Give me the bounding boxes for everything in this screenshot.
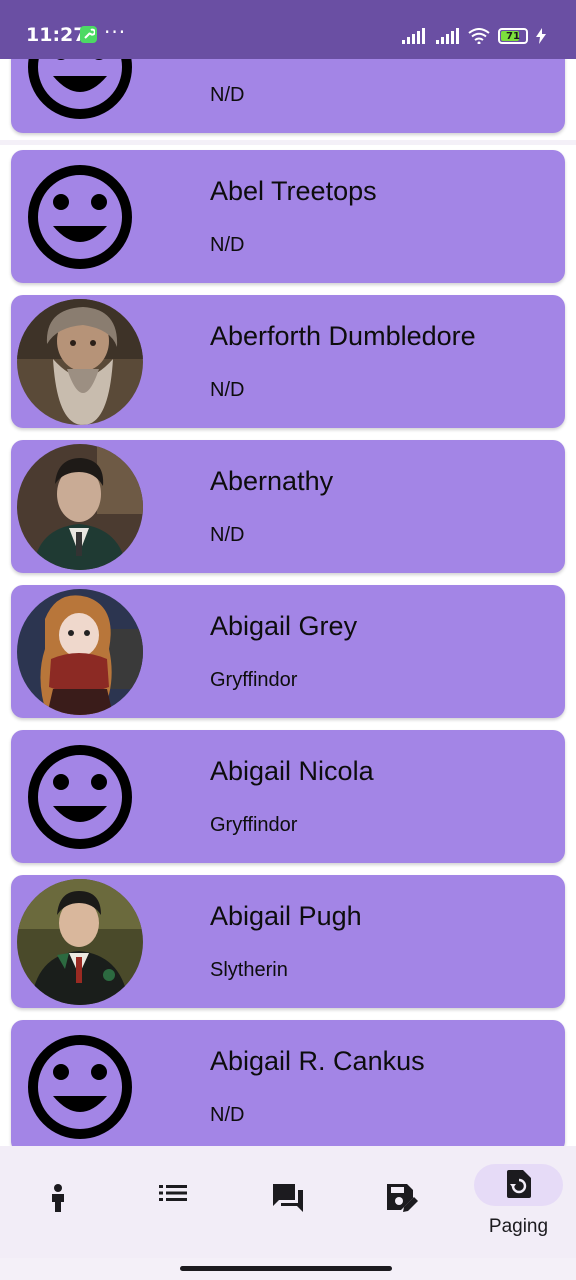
smiley-icon [17,734,143,860]
character-photo [17,589,143,715]
character-list[interactable]: N/D Abel Treetops N/D Aberforth Dumbledo… [0,59,576,1146]
battery-icon: 71 [498,28,528,44]
wrench-app-icon [80,26,97,43]
character-house: N/D [210,1104,245,1126]
list-icon [158,1185,187,1201]
paging-icon [506,1170,531,1198]
status-bar: 11:27 ··· 71 [0,0,576,59]
character-house: N/D [210,84,245,106]
character-name: Abigail Nicola [210,756,374,786]
character-card[interactable]: Aberforth Dumbledore N/D [11,295,565,428]
list-item[interactable]: Aberforth Dumbledore N/D [0,290,576,435]
character-card[interactable]: Abel Treetops N/D [11,150,565,283]
character-name: Abigail R. Cankus [210,1046,425,1076]
nav-item-paging[interactable]: Paging [461,1146,576,1258]
list-item[interactable]: Abel Treetops N/D [0,145,576,290]
notification-dots: ··· [104,20,127,44]
character-name: Abigail Grey [210,611,358,641]
character-card[interactable]: Abigail R. Cankus N/D [11,1020,565,1146]
character-house: Gryffindor [210,814,298,836]
charging-icon [536,28,546,44]
character-house: N/D [210,234,245,256]
home-indicator[interactable] [180,1266,392,1271]
smiley-icon [17,154,143,280]
signal-icon [402,28,425,44]
list-item[interactable]: Abigail Grey Gryffindor [0,580,576,725]
list-item[interactable]: Abigail Pugh Slytherin [0,870,576,1015]
character-house: N/D [210,524,245,546]
nav-item-save-edit[interactable] [345,1146,460,1258]
status-icons: 71 [402,26,546,46]
character-photo [17,444,143,570]
chat-icon [272,1184,303,1212]
nav-item-list[interactable] [115,1146,230,1258]
character-house: Slytherin [210,959,288,981]
character-photo [17,299,143,425]
save-edit-icon [386,1184,418,1212]
gesture-bar-area [0,1258,576,1280]
character-house: Gryffindor [210,669,298,691]
character-card[interactable]: N/D [11,59,565,133]
list-item[interactable]: Abigail R. Cankus N/D [0,1015,576,1146]
list-item[interactable]: N/D [0,59,576,140]
nav-item-chat[interactable] [230,1146,345,1258]
smiley-icon [17,59,143,130]
character-card[interactable]: Abernathy N/D [11,440,565,573]
battery-level: 71 [506,30,520,42]
character-name: Abigail Pugh [210,901,362,931]
nav-item-character[interactable] [0,1146,115,1258]
nav-label-paging: Paging [488,1216,549,1237]
character-name: Abel Treetops [210,176,377,206]
list-item[interactable]: Abernathy N/D [0,435,576,580]
smiley-icon [17,1024,143,1146]
list-item[interactable]: Abigail Nicola Gryffindor [0,725,576,870]
bottom-navigation: Paging [0,1146,576,1258]
status-time: 11:27 [26,24,87,46]
character-name: Abernathy [210,466,334,496]
signal-icon-2 [436,28,459,44]
character-card[interactable]: Abigail Nicola Gryffindor [11,730,565,863]
wifi-icon [468,28,490,44]
character-card[interactable]: Abigail Pugh Slytherin [11,875,565,1008]
character-photo [17,879,143,1005]
character-house: N/D [210,379,245,401]
character-name: Aberforth Dumbledore [210,321,476,351]
character-card[interactable]: Abigail Grey Gryffindor [11,585,565,718]
person-icon [51,1184,64,1212]
